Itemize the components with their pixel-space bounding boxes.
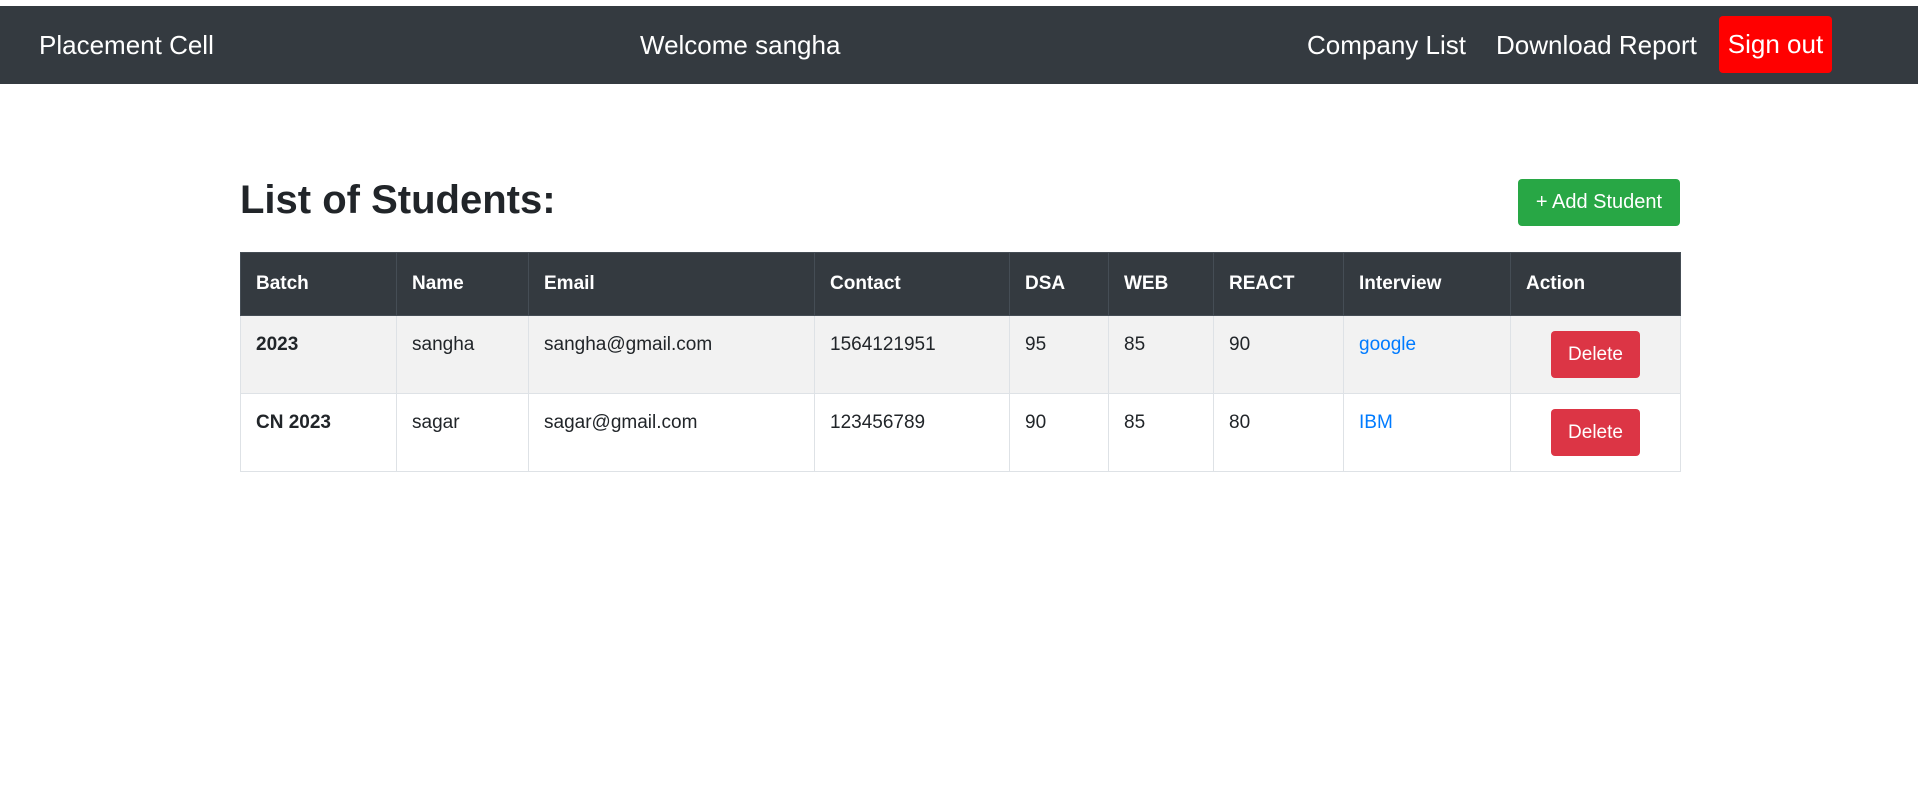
add-student-button[interactable]: + Add Student — [1518, 179, 1680, 226]
company-list-link[interactable]: Company List — [1307, 6, 1466, 84]
cell-web: 85 — [1108, 393, 1214, 472]
cell-dsa: 95 — [1009, 315, 1109, 394]
cell-batch: 2023 — [240, 315, 397, 394]
table-row: 2023 sangha sangha@gmail.com 1564121951 … — [240, 315, 1681, 394]
download-report-link[interactable]: Download Report — [1496, 6, 1697, 84]
header-react: REACT — [1213, 252, 1344, 316]
table-header-row: Batch Name Email Contact DSA WEB REACT I… — [240, 252, 1681, 316]
cell-react: 90 — [1213, 315, 1344, 394]
cell-contact: 1564121951 — [814, 315, 1010, 394]
cell-action: Delete — [1510, 393, 1681, 472]
students-table: Batch Name Email Contact DSA WEB REACT I… — [240, 252, 1681, 472]
header-action: Action — [1510, 252, 1681, 316]
brand-link[interactable]: Placement Cell — [39, 6, 214, 84]
delete-button[interactable]: Delete — [1551, 331, 1640, 378]
cell-interview: IBM — [1343, 393, 1511, 472]
cell-web: 85 — [1108, 315, 1214, 394]
header-interview: Interview — [1343, 252, 1511, 316]
header-batch: Batch — [240, 252, 397, 316]
delete-button[interactable]: Delete — [1551, 409, 1640, 456]
header-web: WEB — [1108, 252, 1214, 316]
header-email: Email — [528, 252, 815, 316]
top-navbar: Placement Cell Welcome sangha Company Li… — [0, 6, 1918, 84]
cell-name: sangha — [396, 315, 529, 394]
cell-react: 80 — [1213, 393, 1344, 472]
page-title: List of Students: — [240, 178, 556, 222]
table-row: CN 2023 sagar sagar@gmail.com 123456789 … — [240, 393, 1681, 472]
cell-email: sangha@gmail.com — [528, 315, 815, 394]
cell-batch: CN 2023 — [240, 393, 397, 472]
welcome-message: Welcome sangha — [640, 30, 841, 60]
header-dsa: DSA — [1009, 252, 1109, 316]
header-contact: Contact — [814, 252, 1010, 316]
cell-interview: google — [1343, 315, 1511, 394]
interview-link[interactable]: google — [1359, 334, 1416, 355]
cell-dsa: 90 — [1009, 393, 1109, 472]
cell-contact: 123456789 — [814, 393, 1010, 472]
interview-link[interactable]: IBM — [1359, 412, 1393, 433]
header-name: Name — [396, 252, 529, 316]
sign-out-button[interactable]: Sign out — [1719, 16, 1832, 73]
cell-name: sagar — [396, 393, 529, 472]
cell-action: Delete — [1510, 315, 1681, 394]
cell-email: sagar@gmail.com — [528, 393, 815, 472]
